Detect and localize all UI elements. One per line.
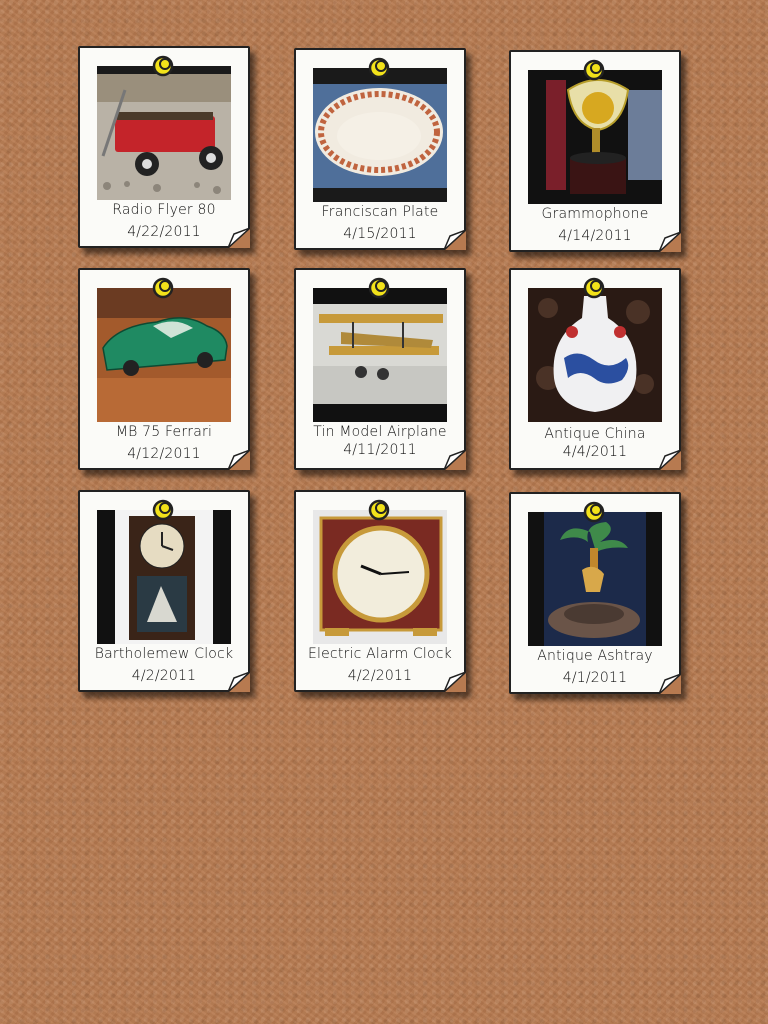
ashtray-photo (528, 512, 662, 646)
item-date: 4/22/2011 (127, 224, 201, 240)
vase-photo (528, 288, 662, 422)
item-date: 4/12/2011 (127, 446, 201, 462)
pushpin-icon (368, 277, 390, 299)
page-curl-icon (659, 232, 681, 252)
wall-clock-photo (97, 510, 231, 644)
item-card-electric-alarm-clock[interactable]: Electric Alarm Clock 4/2/2011 (294, 490, 466, 692)
pushpin-icon (152, 55, 174, 77)
page-curl-icon (659, 450, 681, 470)
item-date: 4/15/2011 (343, 226, 417, 242)
alarm-clock-photo (313, 510, 447, 644)
pushpin-icon (152, 277, 174, 299)
plate-photo (313, 68, 447, 202)
wagon-photo (97, 66, 231, 200)
item-card-antique-china[interactable]: Antique China 4/4/2011 (509, 268, 681, 470)
page-curl-icon (228, 672, 250, 692)
pushpin-icon (583, 501, 605, 523)
item-date: 4/2/2011 (131, 668, 197, 684)
pushpin-icon (368, 57, 390, 79)
item-card-antique-ashtray[interactable]: Antique Ashtray 4/1/2011 (509, 492, 681, 694)
page-curl-icon (659, 674, 681, 694)
pushpin-icon (152, 499, 174, 521)
gramophone-photo (528, 70, 662, 204)
item-card-bartholemew-clock[interactable]: Bartholemew Clock 4/2/2011 (78, 490, 250, 692)
page-curl-icon (228, 228, 250, 248)
page-curl-icon (444, 450, 466, 470)
item-card-franciscan-plate[interactable]: Franciscan Plate 4/15/2011 (294, 48, 466, 250)
pushpin-icon (368, 499, 390, 521)
page-curl-icon (444, 230, 466, 250)
item-date: 4/2/2011 (347, 668, 413, 684)
item-card-grammophone[interactable]: Grammophone 4/14/2011 (509, 50, 681, 252)
item-date: 4/1/2011 (562, 670, 628, 686)
item-name: Tin Model Airplane (313, 424, 447, 440)
toy-car-photo (97, 288, 231, 422)
item-date: 4/14/2011 (558, 228, 632, 244)
item-name: Antique Ashtray (537, 648, 653, 664)
page-curl-icon (228, 450, 250, 470)
item-name: MB 75 Ferrari (115, 424, 213, 440)
item-name: Antique China (544, 426, 646, 442)
item-card-tin-model-airplane[interactable]: Tin Model Airplane 4/11/2011 (294, 268, 466, 470)
item-date: 4/4/2011 (562, 444, 628, 460)
biplane-photo (313, 288, 447, 422)
page-curl-icon (444, 672, 466, 692)
item-date: 4/11/2011 (343, 442, 417, 458)
item-card-radio-flyer[interactable]: Radio Flyer 80 4/22/2011 (78, 46, 250, 248)
item-name: Grammophone (541, 206, 649, 222)
pushpin-icon (583, 59, 605, 81)
item-name: Electric Alarm Clock (307, 646, 452, 662)
item-card-mb75-ferrari[interactable]: MB 75 Ferrari 4/12/2011 (78, 268, 250, 470)
item-name: Radio Flyer 80 (112, 202, 216, 218)
pushpin-icon (583, 277, 605, 299)
item-name: Bartholemew Clock (94, 646, 234, 662)
item-name: Franciscan Plate (321, 204, 439, 220)
